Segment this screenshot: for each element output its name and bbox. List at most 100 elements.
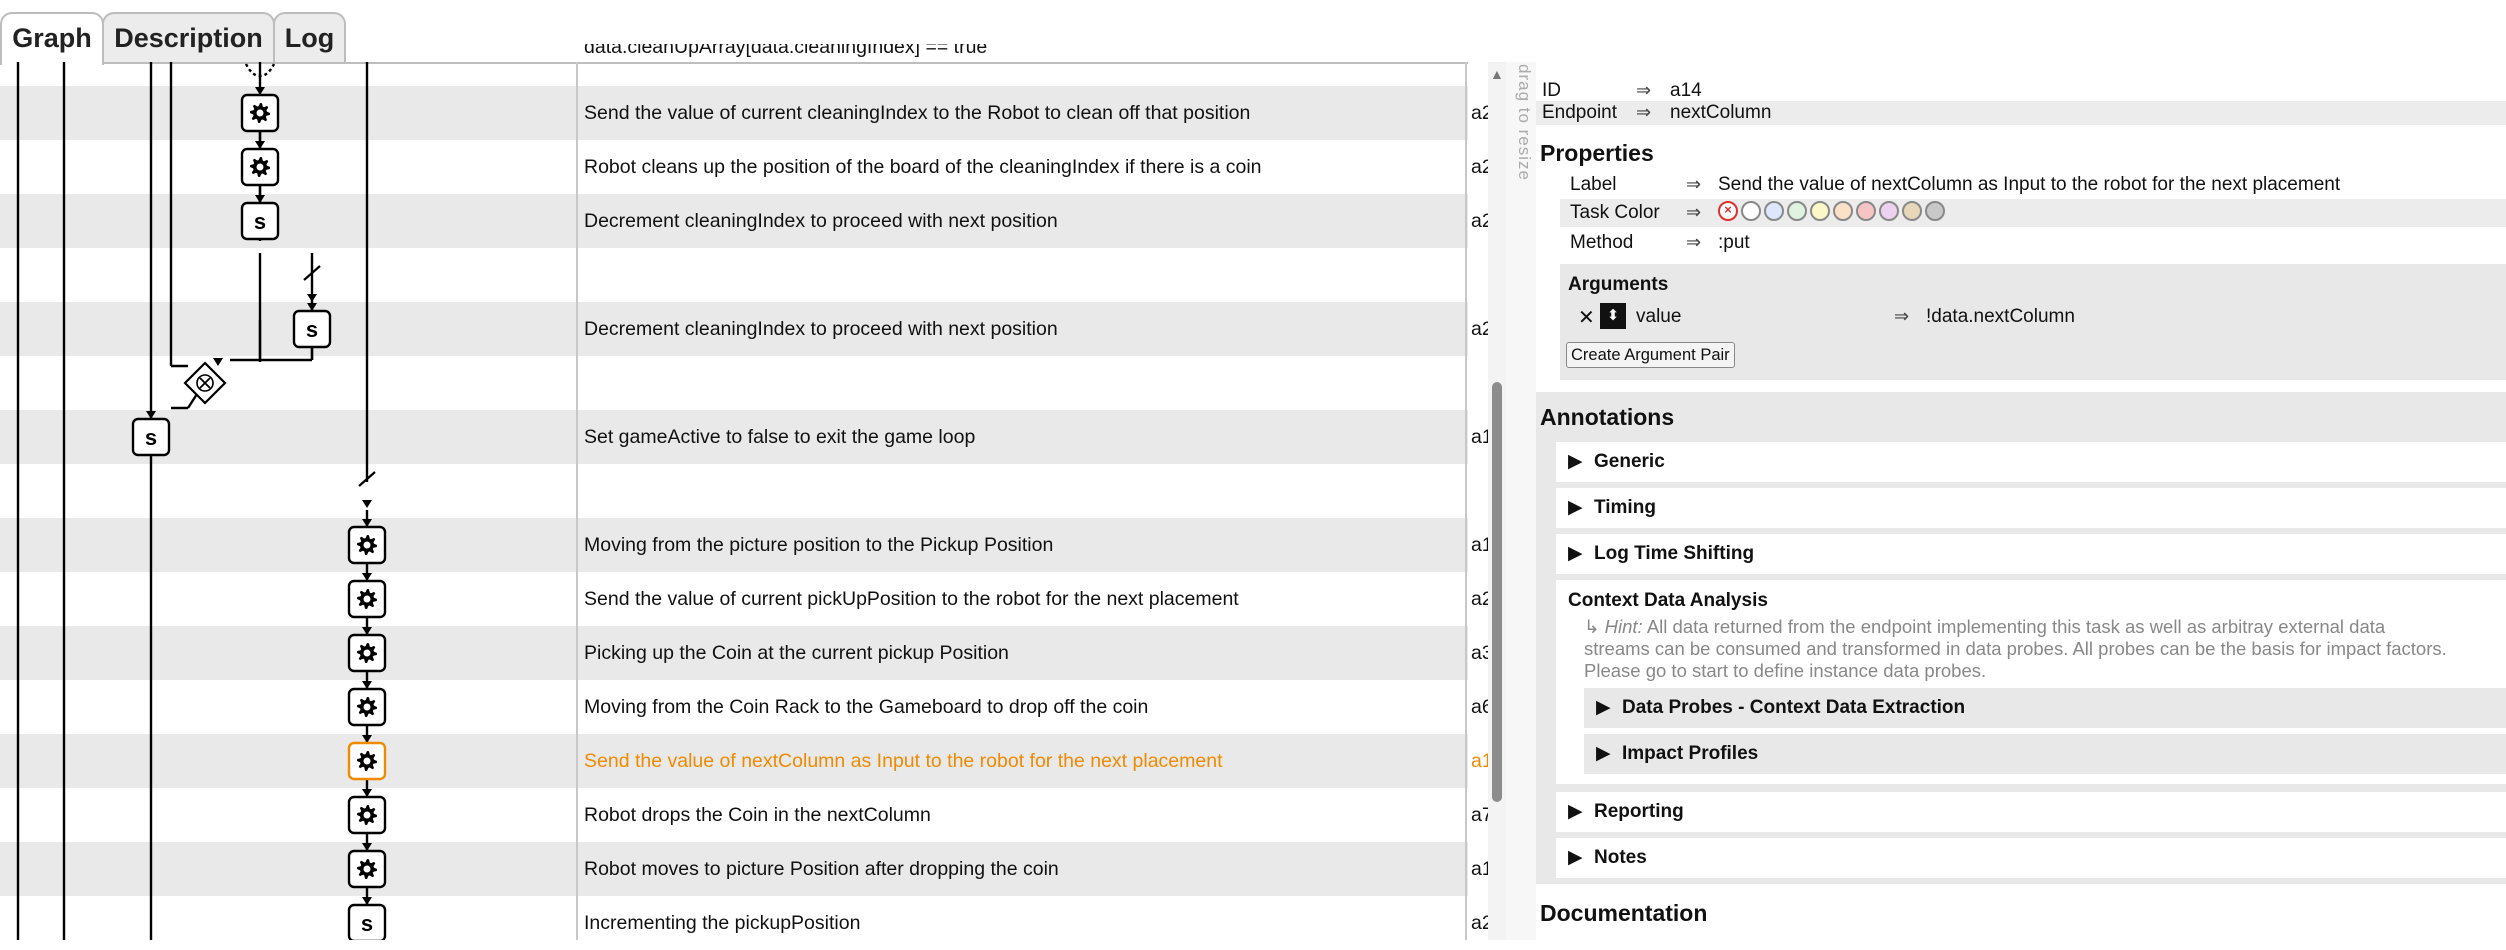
- color-swatch[interactable]: [1925, 201, 1945, 221]
- resize-hint: drag to resize: [1515, 64, 1534, 181]
- notes-section[interactable]: [1556, 838, 2506, 878]
- color-swatch[interactable]: [1902, 201, 1922, 221]
- column-divider: [576, 62, 578, 940]
- generic-section[interactable]: [1556, 442, 2506, 482]
- expand-icon[interactable]: ▶: [1568, 542, 1583, 565]
- expand-icon[interactable]: ▶: [1596, 696, 1611, 719]
- create-argument-pair-button[interactable]: Create Argument Pair: [1566, 342, 1735, 368]
- task-id: a2: [1471, 588, 1488, 610]
- documentation-heading: Documentation: [1540, 900, 1708, 926]
- expand-icon[interactable]: ▶: [1568, 450, 1583, 473]
- reorder-argument-icon[interactable]: ⬍: [1600, 303, 1626, 329]
- reporting-section[interactable]: [1556, 792, 2506, 832]
- arrow-icon: ⇒: [1894, 306, 1910, 326]
- task-id: a2: [1471, 210, 1488, 232]
- section-generic[interactable]: Generic: [1594, 451, 1665, 473]
- service-task-node[interactable]: [347, 849, 387, 889]
- id-value: a14: [1670, 80, 1702, 101]
- service-task-node[interactable]: [240, 147, 280, 187]
- task-id: a1: [1471, 426, 1488, 448]
- task-label[interactable]: Robot cleans up the position of the boar…: [584, 156, 1262, 179]
- task-id: a3: [1471, 642, 1488, 664]
- task-color-picker: ×: [1718, 201, 1948, 221]
- section-timing[interactable]: Timing: [1594, 497, 1656, 519]
- scroll-up-icon[interactable]: ▲: [1490, 66, 1504, 82]
- section-data-probes[interactable]: Data Probes - Context Data Extraction: [1622, 697, 1965, 719]
- context-data-analysis-heading: Context Data Analysis: [1568, 590, 1768, 611]
- arrow-icon: ⇒: [1686, 202, 1702, 222]
- task-color-row: [1560, 199, 2506, 227]
- task-label[interactable]: Send the value of current cleaningIndex …: [584, 102, 1250, 125]
- script-task-node[interactable]: s: [292, 309, 332, 349]
- gear-icon: [250, 157, 270, 177]
- script-task-node[interactable]: s: [347, 903, 387, 940]
- task-id: a6: [1471, 696, 1488, 718]
- section-notes[interactable]: Notes: [1594, 847, 1647, 869]
- color-swatch[interactable]: [1810, 201, 1830, 221]
- method-value[interactable]: :put: [1718, 232, 1750, 254]
- task-label[interactable]: Moving from the Coin Rack to the Gameboa…: [584, 696, 1148, 719]
- flow-arrow-icon: [362, 500, 372, 508]
- gear-icon: [357, 697, 377, 717]
- argument-name[interactable]: value: [1636, 306, 1681, 328]
- script-icon: s: [254, 209, 266, 234]
- color-swatch[interactable]: [1764, 201, 1784, 221]
- task-label[interactable]: Send the value of nextColumn as Input to…: [584, 750, 1222, 773]
- properties-heading: Properties: [1540, 140, 1654, 166]
- color-swatch[interactable]: [1787, 201, 1807, 221]
- section-impact-profiles[interactable]: Impact Profiles: [1622, 743, 1758, 765]
- expand-icon[interactable]: ▶: [1568, 800, 1583, 823]
- color-swatch[interactable]: [1741, 201, 1761, 221]
- task-label[interactable]: Robot drops the Coin in the nextColumn: [584, 804, 931, 827]
- color-swatch[interactable]: [1856, 201, 1876, 221]
- task-color-key: Task Color: [1570, 202, 1660, 223]
- script-task-node[interactable]: s: [240, 201, 280, 241]
- task-label[interactable]: Decrement cleaningIndex to proceed with …: [584, 318, 1058, 341]
- no-color-icon[interactable]: ×: [1718, 201, 1738, 221]
- arrow-icon: ⇒: [1686, 174, 1702, 194]
- scrollbar[interactable]: ▲: [1488, 62, 1506, 940]
- section-reporting[interactable]: Reporting: [1594, 801, 1684, 823]
- tab-description[interactable]: Description: [102, 12, 275, 62]
- service-task-node[interactable]: [347, 633, 387, 673]
- expand-icon[interactable]: ▶: [1596, 742, 1611, 765]
- task-label[interactable]: Incrementing the pickupPosition: [584, 912, 860, 935]
- service-task-node[interactable]: [347, 525, 387, 565]
- service-task-node[interactable]: [347, 579, 387, 619]
- exclusive-gateway[interactable]: [183, 361, 227, 405]
- service-task-node[interactable]: [347, 687, 387, 727]
- task-label[interactable]: Picking up the Coin at the current picku…: [584, 642, 1009, 665]
- id-label: ID: [1542, 80, 1561, 101]
- scrollbar-thumb[interactable]: [1492, 382, 1502, 802]
- arrow-icon: ⇒: [1636, 102, 1652, 122]
- flow-arrow-icon: [307, 294, 317, 302]
- task-label[interactable]: Robot moves to picture Position after dr…: [584, 858, 1059, 881]
- script-task-node[interactable]: s: [131, 417, 171, 457]
- argument-value[interactable]: !data.nextColumn: [1926, 306, 2075, 328]
- task-label[interactable]: Decrement cleaningIndex to proceed with …: [584, 210, 1058, 233]
- color-swatch[interactable]: [1833, 201, 1853, 221]
- gear-icon: [357, 643, 377, 663]
- tab-log[interactable]: Log: [273, 12, 346, 62]
- task-label[interactable]: Moving from the picture position to the …: [584, 534, 1053, 557]
- tab-graph[interactable]: Graph: [0, 12, 104, 65]
- timing-section[interactable]: [1556, 488, 2506, 528]
- arguments-heading: Arguments: [1568, 274, 1669, 295]
- service-task-node[interactable]: [240, 93, 280, 133]
- task-id: a1: [1471, 750, 1488, 772]
- service-task-node[interactable]: [347, 741, 387, 781]
- endpoint-value[interactable]: nextColumn: [1670, 102, 1771, 124]
- task-label[interactable]: Send the value of current pickUpPosition…: [584, 588, 1239, 611]
- color-swatch[interactable]: [1879, 201, 1899, 221]
- section-log-time-shifting[interactable]: Log Time Shifting: [1594, 543, 1754, 565]
- label-value[interactable]: Send the value of nextColumn as Input to…: [1718, 174, 2340, 196]
- expand-icon[interactable]: ▶: [1568, 496, 1583, 519]
- service-task-node[interactable]: [347, 795, 387, 835]
- delete-argument-icon[interactable]: ✕: [1578, 305, 1595, 330]
- task-label[interactable]: Set gameActive to false to exit the game…: [584, 426, 975, 449]
- task-id: a2: [1471, 912, 1488, 934]
- resize-handle[interactable]: [1506, 62, 1536, 940]
- task-id: a7: [1471, 804, 1488, 826]
- annotations-heading: Annotations: [1540, 404, 1675, 430]
- expand-icon[interactable]: ▶: [1568, 846, 1583, 869]
